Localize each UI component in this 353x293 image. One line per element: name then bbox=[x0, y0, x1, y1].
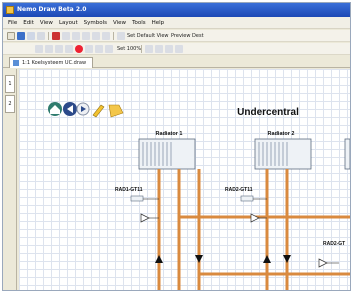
valve-2-label: RAD2-GT11 bbox=[225, 187, 253, 193]
paste-icon[interactable] bbox=[72, 32, 80, 40]
default-view-button[interactable]: Set Default View bbox=[127, 30, 169, 42]
copy-icon[interactable] bbox=[62, 32, 70, 40]
sensor-2[interactable] bbox=[240, 195, 267, 202]
connector-icon[interactable] bbox=[65, 45, 73, 53]
toolbar-separator bbox=[48, 32, 49, 40]
menu-tools[interactable]: Tools bbox=[132, 17, 146, 28]
cut-icon[interactable] bbox=[52, 32, 60, 40]
valve-1-label: RAD1-GT11 bbox=[115, 187, 143, 193]
home-icon[interactable] bbox=[48, 102, 62, 116]
menu-help[interactable]: Help bbox=[152, 17, 165, 28]
menu-bar: File Edit View Layout Symbols View Tools… bbox=[3, 17, 350, 29]
document-tab[interactable]: 1:1 Koelsysteem UC.draw bbox=[9, 57, 94, 68]
distribute-icon[interactable] bbox=[175, 45, 183, 53]
diagram-title: Undercentral bbox=[237, 107, 299, 118]
zoom-icon[interactable] bbox=[117, 32, 125, 40]
app-window: Nemo Draw Beta 2.0 File Edit View Layout… bbox=[2, 2, 351, 291]
menu-file[interactable]: File bbox=[8, 17, 17, 28]
toolbar-separator bbox=[141, 45, 142, 53]
main-toolbar: Set Default View Preview Dest bbox=[3, 30, 350, 42]
delete-icon[interactable] bbox=[102, 32, 110, 40]
side-tab-1[interactable]: 1 bbox=[5, 75, 15, 93]
zoom-level[interactable]: Set 100% bbox=[117, 43, 141, 55]
window-title: Nemo Draw Beta 2.0 bbox=[17, 6, 87, 13]
back-icon[interactable] bbox=[63, 102, 77, 116]
menu-view[interactable]: View bbox=[40, 17, 53, 28]
align-center-icon[interactable] bbox=[155, 45, 163, 53]
side-tab-2[interactable]: 2 bbox=[5, 95, 15, 113]
valve-1[interactable] bbox=[140, 213, 159, 223]
radiator-2-label: Radiator 2 bbox=[268, 131, 295, 137]
valve-3-label: RAD2-GT bbox=[323, 241, 345, 247]
pipe-tool-icon[interactable] bbox=[85, 45, 93, 53]
radiator-2[interactable] bbox=[254, 138, 312, 170]
text-tool-icon[interactable] bbox=[95, 45, 103, 53]
valve-2[interactable] bbox=[250, 213, 267, 223]
align-right-icon[interactable] bbox=[165, 45, 173, 53]
shape-tool-icon[interactable] bbox=[105, 45, 113, 53]
pipe-network bbox=[157, 169, 350, 290]
pencil-icon[interactable] bbox=[92, 104, 105, 118]
preview-button[interactable]: Preview Dest bbox=[171, 30, 204, 42]
record-icon[interactable] bbox=[75, 45, 83, 53]
flow-arrow-down bbox=[195, 255, 203, 263]
toolbar-separator bbox=[113, 32, 114, 40]
undo-icon[interactable] bbox=[82, 32, 90, 40]
flow-arrow-down bbox=[283, 255, 291, 263]
title-bar: Nemo Draw Beta 2.0 bbox=[3, 3, 350, 17]
arrow-tool-icon[interactable] bbox=[55, 45, 63, 53]
valve-3[interactable] bbox=[318, 258, 339, 268]
document-icon bbox=[13, 60, 19, 66]
menu-layout[interactable]: Layout bbox=[59, 17, 78, 28]
flow-arrow-up bbox=[155, 255, 163, 263]
open-icon[interactable] bbox=[27, 32, 35, 40]
redo-icon[interactable] bbox=[92, 32, 100, 40]
new-file-icon[interactable] bbox=[7, 32, 15, 40]
radiator-1[interactable] bbox=[138, 138, 196, 170]
sensor-1[interactable] bbox=[130, 195, 159, 202]
print-icon[interactable] bbox=[37, 32, 45, 40]
app-icon bbox=[6, 6, 14, 14]
radiator-3[interactable] bbox=[344, 138, 350, 170]
folder-icon[interactable] bbox=[108, 104, 124, 118]
radiator-1-label: Radiator 1 bbox=[156, 131, 183, 137]
forward-icon[interactable] bbox=[76, 102, 90, 116]
save-icon[interactable] bbox=[17, 32, 25, 40]
align-left-icon[interactable] bbox=[145, 45, 153, 53]
select-icon[interactable] bbox=[35, 45, 43, 53]
side-tab-bar: 1 2 bbox=[3, 69, 17, 290]
menu-symbols[interactable]: Symbols bbox=[84, 17, 107, 28]
flow-arrow-up bbox=[263, 255, 271, 263]
menu-edit[interactable]: Edit bbox=[23, 17, 34, 28]
line-icon[interactable] bbox=[45, 45, 53, 53]
document-tab-strip: 1:1 Koelsysteem UC.draw bbox=[3, 56, 350, 68]
diagram: Undercentral Radiator 1 Radiator 2 RAD1-… bbox=[48, 102, 350, 290]
menu-view-2[interactable]: View bbox=[113, 17, 126, 28]
drawing-canvas[interactable]: Undercentral Radiator 1 Radiator 2 RAD1-… bbox=[19, 69, 350, 290]
document-tab-label: 1:1 Koelsysteem UC.draw bbox=[22, 60, 87, 66]
drawing-toolbar: Set 100% bbox=[3, 43, 350, 55]
